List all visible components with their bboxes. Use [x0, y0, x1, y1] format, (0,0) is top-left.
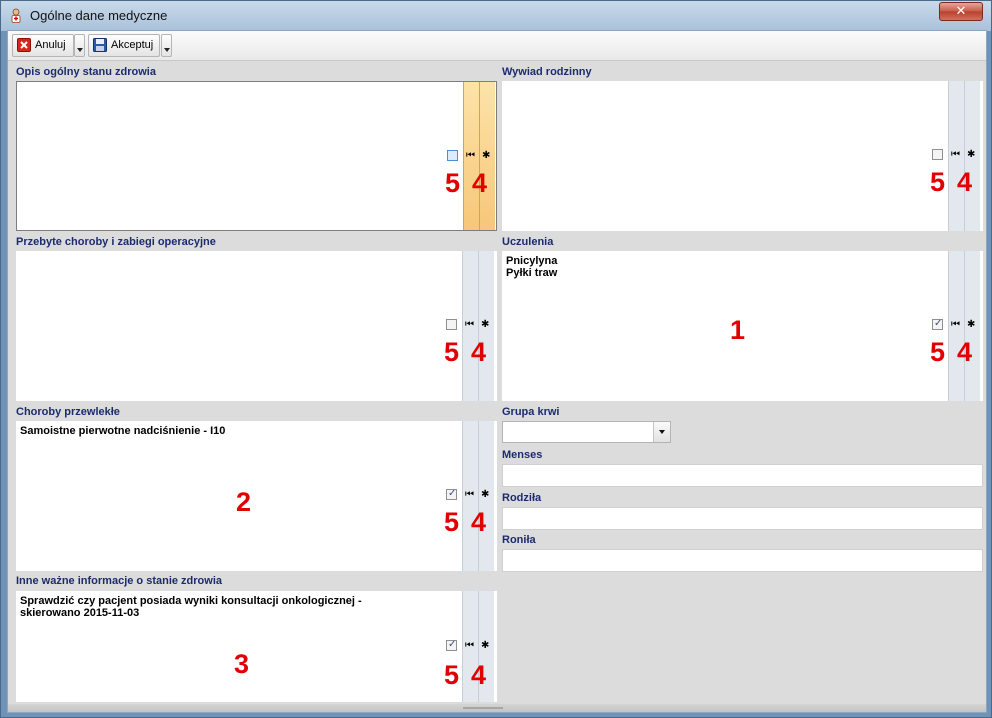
accept-button[interactable]: Akceptuj: [88, 34, 160, 57]
marker-5: 5: [444, 337, 460, 367]
ronila-label: Roniła: [502, 534, 536, 546]
uczulenia-textarea[interactable]: Pnicylyna Pyłki traw ⏮ ✱ 1 5 4: [502, 251, 983, 401]
choroby-strip-first[interactable]: ⏮: [462, 421, 478, 571]
inne-checkbox[interactable]: [446, 639, 457, 651]
marker-4: 4: [472, 168, 488, 198]
first-record-icon: ⏮: [465, 319, 474, 330]
asterisk-icon: ✱: [967, 149, 976, 160]
marker-5: 5: [444, 507, 460, 537]
wywiad-strip-new[interactable]: ✱: [964, 81, 980, 231]
marker-1: 1: [730, 315, 746, 345]
cancel-button[interactable]: Anuluj: [12, 34, 74, 57]
przebyte-strip-first[interactable]: ⏮: [462, 251, 478, 401]
opis-strip-first[interactable]: ⏮: [463, 82, 479, 230]
marker-5: 5: [444, 660, 460, 690]
choroby-strip-new[interactable]: ✱: [478, 421, 494, 571]
toolbar: Anuluj Akceptuj: [8, 31, 986, 61]
first-record-icon: ⏮: [465, 640, 474, 651]
accept-dropdown-button[interactable]: [161, 34, 172, 57]
choroby-label: Choroby przewlekłe: [16, 406, 120, 418]
marker-4: 4: [957, 337, 973, 367]
ronila-field[interactable]: [502, 549, 983, 572]
asterisk-icon: ✱: [482, 150, 491, 161]
marker-4: 4: [471, 660, 487, 690]
status-bar: [8, 704, 986, 712]
wywiad-label: Wywiad rodzinny: [502, 66, 592, 78]
menses-label: Menses: [502, 449, 543, 461]
opis-strip-new[interactable]: ✱: [479, 82, 495, 230]
marker-4: 4: [471, 337, 487, 367]
inne-textarea[interactable]: Sprawdzić czy pacjent posiada wyniki kon…: [16, 591, 497, 702]
asterisk-icon: ✱: [481, 489, 490, 500]
cancel-label: Anuluj: [35, 39, 66, 51]
opis-label: Opis ogólny stanu zdrowia: [16, 66, 156, 78]
choroby-text: Samoistne pierwotne nadciśnienie - I10: [20, 425, 226, 437]
rodzila-field[interactable]: [502, 507, 983, 530]
menses-field[interactable]: [502, 464, 983, 487]
przebyte-label: Przebyte choroby i zabiegi operacyjne: [16, 236, 216, 248]
choroby-textarea[interactable]: Samoistne pierwotne nadciśnienie - I10 ⏮…: [16, 421, 497, 571]
uczulenia-checkbox[interactable]: [932, 318, 943, 330]
uczulenia-text: Pnicylyna Pyłki traw: [506, 255, 558, 279]
przebyte-textarea[interactable]: ⏮ ✱ 5 4: [16, 251, 497, 401]
asterisk-icon: ✱: [481, 640, 490, 651]
rodzila-label: Rodziła: [502, 492, 542, 504]
opis-checkbox[interactable]: [447, 150, 458, 161]
accept-label: Akceptuj: [111, 39, 154, 51]
marker-4: 4: [471, 507, 487, 537]
marker-4: 4: [957, 167, 973, 197]
przebyte-checkbox[interactable]: [446, 319, 457, 330]
marker-2: 2: [236, 487, 252, 517]
asterisk-icon: ✱: [481, 319, 490, 330]
przebyte-strip-new[interactable]: ✱: [478, 251, 494, 401]
first-record-icon: ⏮: [951, 319, 960, 330]
first-record-icon: ⏮: [466, 150, 475, 161]
doctor-icon: [11, 8, 21, 23]
window-title: Ogólne dane medyczne: [30, 8, 168, 23]
uczulenia-strip-first[interactable]: ⏮: [948, 251, 964, 401]
marker-5: 5: [445, 168, 461, 198]
wywiad-checkbox[interactable]: [932, 149, 943, 160]
close-button[interactable]: ✕: [939, 2, 983, 21]
inne-text: Sprawdzić czy pacjent posiada wyniki kon…: [20, 595, 362, 619]
marker-5: 5: [930, 337, 946, 367]
opis-textarea[interactable]: ⏮ ✱ 5 4: [16, 81, 497, 231]
cancel-dropdown-button[interactable]: [74, 34, 85, 57]
uczulenia-strip-new[interactable]: ✱: [964, 251, 980, 401]
cancel-icon: [17, 38, 31, 52]
uczulenia-label: Uczulenia: [502, 236, 554, 248]
resize-grip[interactable]: [463, 707, 503, 709]
first-record-icon: ⏮: [951, 149, 960, 160]
marker-5: 5: [930, 167, 946, 197]
grupa-krwi-select[interactable]: [502, 421, 671, 443]
chevron-down-icon[interactable]: [653, 422, 670, 442]
marker-3: 3: [234, 649, 250, 679]
choroby-checkbox[interactable]: [446, 488, 457, 500]
wywiad-textarea[interactable]: ⏮ ✱ 5 4: [502, 81, 983, 231]
dialog-window: Ogólne dane medyczne ✕ Anuluj Akceptuj O…: [0, 0, 992, 718]
inne-label: Inne ważne informacje o stanie zdrowia: [16, 575, 222, 587]
grupa-krwi-label: Grupa krwi: [502, 406, 560, 418]
client-area: Anuluj Akceptuj Opis ogólny stanu zdrowi…: [7, 30, 987, 713]
title-bar: Ogólne dane medyczne ✕: [1, 1, 991, 31]
save-icon: [93, 38, 107, 52]
wywiad-strip-first[interactable]: ⏮: [948, 81, 964, 231]
first-record-icon: ⏮: [465, 489, 474, 500]
asterisk-icon: ✱: [967, 319, 976, 330]
